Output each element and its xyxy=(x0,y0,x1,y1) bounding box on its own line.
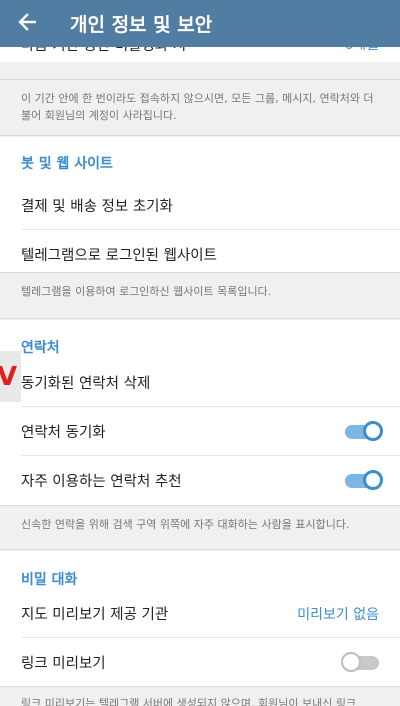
delete-synced-contacts-label: 동기화된 연락처 삭제 xyxy=(21,376,151,392)
link-preview-label: 링크 미리보기 xyxy=(21,656,106,672)
bots-section-header: 봇 및 웹 사이트 xyxy=(21,156,113,172)
reset-payment-info-label: 결제 및 배송 정보 초기화 xyxy=(21,199,173,215)
bots-info-text: 텔레그램을 이용하여 로그인하신 웹사이트 목록입니다. xyxy=(21,285,272,298)
suggest-frequent-contacts-label: 자주 이용하는 연락처 추천 xyxy=(21,474,182,490)
suggest-frequent-contacts-toggle[interactable] xyxy=(345,469,383,490)
sync-contacts-label: 연락처 동기화 xyxy=(21,425,106,441)
suggest-frequent-contacts-row[interactable]: 자주 이용하는 연락처 추천 xyxy=(0,456,400,505)
bots-info: 텔레그램을 이용하여 로그인하신 웹사이트 목록입니다. xyxy=(0,272,400,319)
toggle-knob xyxy=(341,651,361,672)
bots-section: 봇 및 웹 사이트 결제 및 배송 정보 초기화 텔레그램으로 로그인된 웹사이… xyxy=(0,137,400,272)
toggle-knob xyxy=(363,469,383,490)
secret-chats-info: 링크 미리보기는 텔레그램 서버에 생성되지 않으며, 회원님이 보내신 링크 xyxy=(0,686,400,706)
delete-synced-contacts-row[interactable]: 동기화된 연락처 삭제 xyxy=(0,358,400,407)
map-preview-provider-value: 미리보기 없음 xyxy=(297,606,379,623)
contacts-info: 신속한 연락을 위해 검색 구역 위쪽에 자주 대화하는 사람을 표시합니다. xyxy=(0,505,400,550)
map-preview-provider-row[interactable]: 지도 미리보기 제공 기관 미리보기 없음 xyxy=(0,589,400,638)
contacts-info-text: 신속한 연락을 위해 검색 구역 위쪽에 자주 대화하는 사람을 표시합니다. xyxy=(21,518,350,531)
settings-scroll[interactable]: 다음 기간 동안 비활성화 시 6개월 이 기간 안에 한 번이라도 접속하지 … xyxy=(0,0,400,706)
arrow-left-icon xyxy=(18,12,37,35)
account-ttl-info: 이 기간 안에 한 번이라도 접속하지 않으시면, 모든 그룹, 메시지, 연락… xyxy=(0,79,400,136)
contacts-section-header: 연락처 xyxy=(21,340,60,356)
sync-contacts-toggle[interactable] xyxy=(345,420,383,441)
logged-in-websites-label: 텔레그램으로 로그인된 웹사이트 xyxy=(21,248,217,264)
account-ttl-info-text: 이 기간 안에 한 번이라도 접속하지 않으시면, 모든 그룹, 메시지, 연락… xyxy=(21,92,374,122)
map-preview-provider-label: 지도 미리보기 제공 기관 xyxy=(21,607,169,623)
link-preview-toggle[interactable] xyxy=(341,651,379,672)
page-title: 개인 정보 및 보안 xyxy=(70,14,213,36)
back-button[interactable] xyxy=(0,0,54,47)
secret-chats-section: 비밀 대화 지도 미리보기 제공 기관 미리보기 없음 링크 미리보기 xyxy=(0,551,400,686)
app-bar: 개인 정보 및 보안 xyxy=(0,0,400,47)
secret-chats-section-header: 비밀 대화 xyxy=(21,572,78,588)
link-preview-row[interactable]: 링크 미리보기 xyxy=(0,638,400,687)
secret-chats-info-text: 링크 미리보기는 텔레그램 서버에 생성되지 않으며, 회원님이 보내신 링크 xyxy=(21,697,357,706)
reset-payment-info-row[interactable]: 결제 및 배송 정보 초기화 xyxy=(0,181,400,230)
edge-v-mark-text: V xyxy=(0,361,18,392)
toggle-knob xyxy=(363,420,383,441)
edge-v-mark: V xyxy=(0,351,21,402)
contacts-section: 연락처 동기화된 연락처 삭제 연락처 동기화 자주 이용하는 연락처 추천 xyxy=(0,320,400,505)
sync-contacts-row[interactable]: 연락처 동기화 xyxy=(0,407,400,456)
